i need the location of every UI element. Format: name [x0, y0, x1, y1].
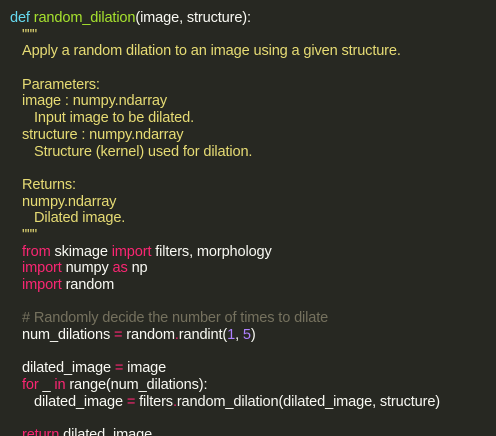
- range-call: range(num_dilations):: [69, 377, 208, 394]
- random-module-ref: random: [126, 327, 175, 344]
- number-1: 1: [227, 327, 236, 344]
- docstring-param-structure: structure : numpy.ndarray: [22, 126, 184, 143]
- docstring-return-desc: Dilated image.: [34, 210, 126, 227]
- code-line-def: def random_dilation(image, structure):: [0, 10, 496, 27]
- docstring-close: """: [22, 226, 38, 243]
- assign-operator: =: [114, 360, 124, 377]
- docstring-params-header: Parameters:: [22, 76, 100, 93]
- module-numpy: numpy: [65, 260, 109, 277]
- code-line-return: return dilated_image: [0, 427, 496, 436]
- number-5: 5: [242, 327, 251, 344]
- docstring-returns-header: Returns:: [22, 176, 76, 193]
- code-editor[interactable]: def random_dilation(image, structure): "…: [0, 0, 496, 436]
- docstring-open: """: [22, 26, 38, 43]
- randint-call: randint(: [178, 327, 228, 344]
- imported-names: filters, morphology: [155, 243, 272, 260]
- import-keyword: import: [111, 243, 152, 260]
- code-line-dilated-assign: dilated_image = image: [0, 360, 496, 377]
- docstring-summary: Apply a random dilation to an image usin…: [22, 43, 401, 60]
- assign-operator: =: [114, 327, 123, 344]
- var-dilated-image: dilated_image: [22, 360, 111, 377]
- dilation-call: random_dilation(dilated_image, structure…: [176, 393, 441, 410]
- comma: ,: [235, 327, 243, 344]
- import-keyword: import: [22, 260, 62, 277]
- def-keyword: def: [10, 10, 30, 26]
- function-params: (image, structure):: [135, 10, 251, 26]
- filters-module-ref: filters: [139, 393, 173, 410]
- module-skimage: skimage: [54, 243, 108, 260]
- docstring-return-type: numpy.ndarray: [22, 193, 117, 210]
- docstring-param-image-desc: Input image to be dilated.: [34, 110, 194, 127]
- var-dilated-image: dilated_image: [34, 393, 123, 410]
- var-image: image: [127, 360, 167, 377]
- docstring-param-structure-desc: Structure (kernel) used for dilation.: [34, 143, 253, 160]
- code-line-from-import: from skimage import filters, morphology: [0, 244, 496, 261]
- code-line-for-loop: for _ in range(num_dilations):: [0, 377, 496, 394]
- code-line-import-random: import random: [0, 277, 496, 294]
- loop-var: _: [42, 377, 51, 394]
- module-random: random: [65, 277, 115, 293]
- close-paren: ): [250, 327, 256, 344]
- in-keyword: in: [54, 377, 66, 394]
- from-keyword: from: [22, 243, 51, 260]
- code-comment: # Randomly decide the number of times to…: [22, 310, 329, 327]
- return-keyword: return: [22, 427, 60, 436]
- code-line-import-numpy: import numpy as np: [0, 260, 496, 277]
- assign-operator: =: [126, 393, 136, 410]
- return-value: dilated_image: [63, 427, 153, 436]
- docstring-param-image: image : numpy.ndarray: [22, 93, 168, 110]
- import-keyword: import: [22, 277, 62, 293]
- code-line-loop-body: dilated_image = filters.random_dilation(…: [0, 394, 496, 411]
- alias-np: np: [131, 260, 148, 277]
- code-line-num-dilations: num_dilations = random.randint(1, 5): [0, 327, 496, 344]
- for-keyword: for: [22, 377, 39, 394]
- var-num-dilations: num_dilations: [22, 327, 111, 344]
- as-keyword: as: [112, 260, 128, 277]
- function-name: random_dilation: [33, 10, 136, 26]
